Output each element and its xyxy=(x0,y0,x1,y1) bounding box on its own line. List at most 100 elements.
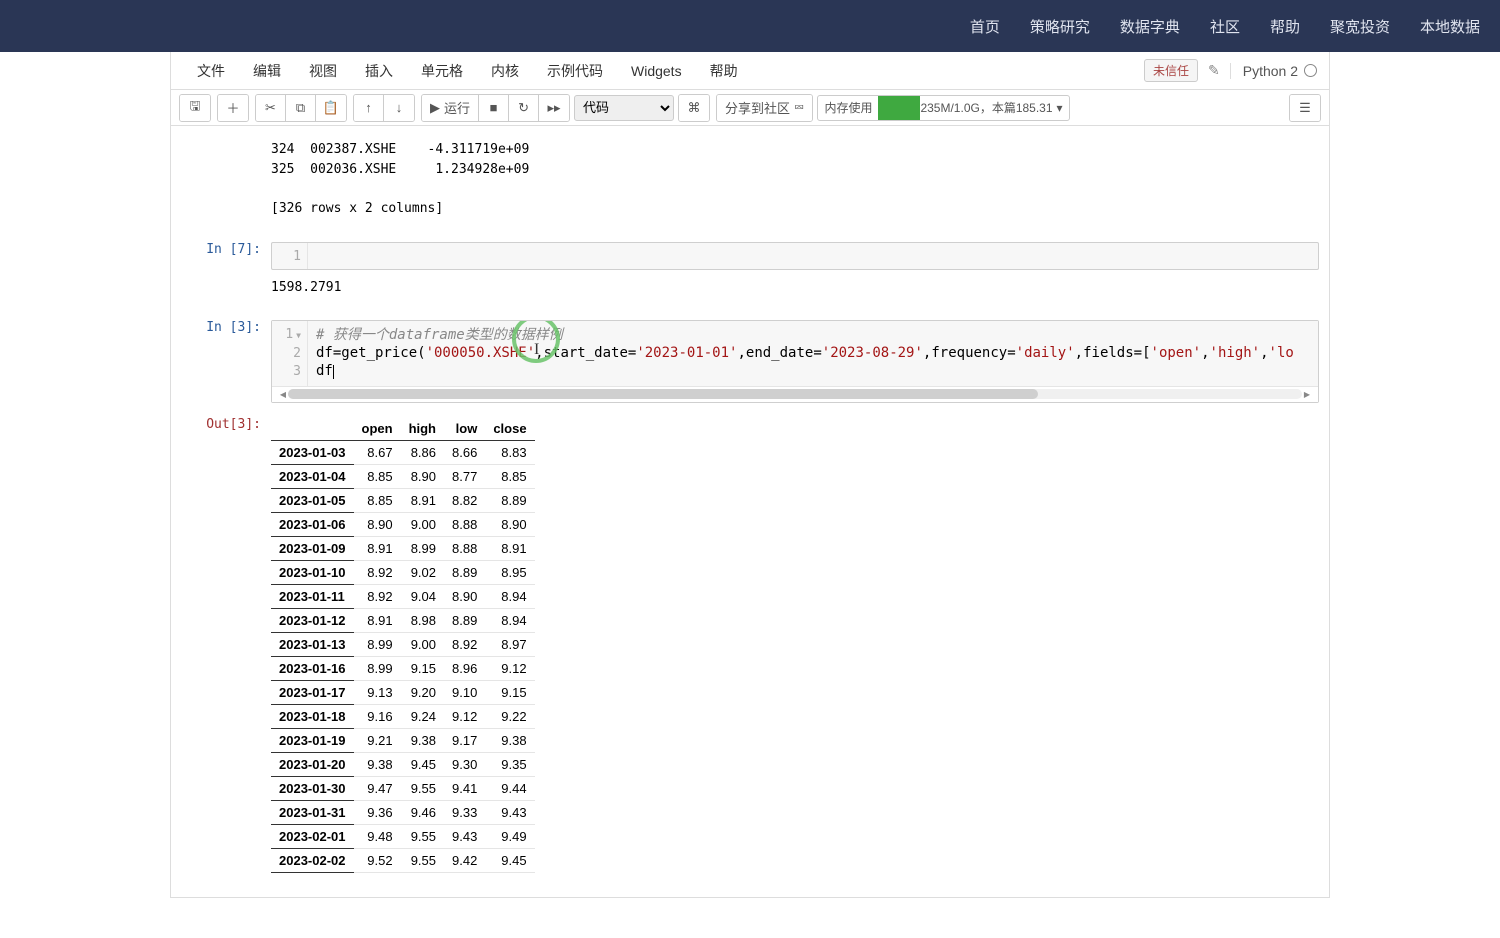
add-cell-button[interactable]: ＋ xyxy=(218,95,248,121)
run-button[interactable]: ▶运行 xyxy=(422,95,479,121)
text-caret xyxy=(333,365,334,379)
edit-icon[interactable]: ✎ xyxy=(1208,62,1220,79)
cell-value: 9.15 xyxy=(401,656,444,680)
menu-item[interactable]: 内核 xyxy=(477,63,533,79)
cell-value: 8.90 xyxy=(444,584,485,608)
code-lines[interactable]: I # 获得一个dataframe类型的数据样例 df=get_price('0… xyxy=(308,321,1318,386)
cell-value: 8.94 xyxy=(485,584,534,608)
nav-link[interactable]: 聚宽投资 xyxy=(1330,16,1390,37)
code-editor[interactable]: 1▼ 2 3 I # 获得一个dataframe类型的数据样例 df=get_p… xyxy=(271,320,1319,403)
cut-button[interactable]: ✂ xyxy=(256,95,286,121)
share-icon: ⮹ xyxy=(794,100,804,116)
cell-value: 9.42 xyxy=(444,848,485,872)
row-index: 2023-02-02 xyxy=(271,848,354,872)
table-row: 2023-01-038.678.868.668.83 xyxy=(271,440,535,464)
restart-button[interactable]: ↻ xyxy=(509,95,539,121)
menu-item[interactable]: 编辑 xyxy=(239,63,295,79)
row-index: 2023-01-18 xyxy=(271,704,354,728)
table-row: 2023-01-068.909.008.888.90 xyxy=(271,512,535,536)
menu-item[interactable]: 插入 xyxy=(351,63,407,79)
nav-link[interactable]: 数据字典 xyxy=(1120,16,1180,37)
row-index: 2023-02-01 xyxy=(271,824,354,848)
column-header: close xyxy=(485,417,534,441)
notebook-body: 324 002387.XSHE -4.311719e+09 325 002036… xyxy=(171,126,1329,897)
cell-value: 9.04 xyxy=(401,584,444,608)
input-prompt: In [3]: xyxy=(181,320,271,403)
horizontal-scrollbar[interactable]: ◀ ▶ xyxy=(272,386,1318,402)
cell-value: 9.24 xyxy=(401,704,444,728)
toolbar: 🖫 ＋ ✂ ⧉ 📋 ↑ ↓ ▶运行 ■ ↻ ▸▸ 代码 ⌘ 分享到社区 ⮹ 内 xyxy=(171,90,1329,126)
cell-value: 9.48 xyxy=(354,824,401,848)
output-cell: 324 002387.XSHE -4.311719e+09 325 002036… xyxy=(171,136,1329,222)
table-row: 2023-01-118.929.048.908.94 xyxy=(271,584,535,608)
table-row: 2023-01-199.219.389.179.38 xyxy=(271,728,535,752)
table-row: 2023-01-179.139.209.109.15 xyxy=(271,680,535,704)
nav-link[interactable]: 帮助 xyxy=(1270,16,1300,37)
row-index: 2023-01-12 xyxy=(271,608,354,632)
cell-value: 8.89 xyxy=(485,488,534,512)
output-cell: 1598.2791 xyxy=(171,274,1329,302)
column-header: open xyxy=(354,417,401,441)
cell-value: 9.38 xyxy=(354,752,401,776)
cell-type-select[interactable]: 代码 xyxy=(574,95,674,121)
cell-value: 8.97 xyxy=(485,632,534,656)
nav-link[interactable]: 首页 xyxy=(970,16,1000,37)
cell-value: 8.90 xyxy=(485,512,534,536)
code-cell: In [7]: 1 xyxy=(171,238,1329,274)
cell-value: 8.85 xyxy=(354,488,401,512)
menu-item[interactable]: Widgets xyxy=(617,63,696,79)
table-row: 2023-01-189.169.249.129.22 xyxy=(271,704,535,728)
move-up-button[interactable]: ↑ xyxy=(354,95,384,121)
menu-item[interactable]: 示例代码 xyxy=(533,63,617,79)
copy-button[interactable]: ⧉ xyxy=(286,95,316,121)
command-palette-button[interactable]: ⌘ xyxy=(679,95,709,121)
cell-value: 8.92 xyxy=(354,584,401,608)
input-prompt: In [7]: xyxy=(181,242,271,270)
table-row: 2023-01-108.929.028.898.95 xyxy=(271,560,535,584)
cell-value: 9.15 xyxy=(485,680,534,704)
cell-value: 9.35 xyxy=(485,752,534,776)
cell-value: 8.89 xyxy=(444,608,485,632)
menu-item[interactable]: 单元格 xyxy=(407,63,477,79)
scrollbar-thumb[interactable] xyxy=(288,389,1038,399)
code-cell-active: In [3]: 1▼ 2 3 I # 获得一个dataframe类型的数据样例 xyxy=(171,316,1329,407)
menu-item[interactable]: 帮助 xyxy=(696,63,752,79)
cell-value: 9.43 xyxy=(485,800,534,824)
cell-value: 9.49 xyxy=(485,824,534,848)
menu-item[interactable]: 文件 xyxy=(183,63,239,79)
table-row: 2023-02-019.489.559.439.49 xyxy=(271,824,535,848)
row-index: 2023-01-06 xyxy=(271,512,354,536)
dropdown-caret-icon: ▾ xyxy=(1057,101,1063,115)
share-button[interactable]: 分享到社区 ⮹ xyxy=(717,95,812,121)
gutter: 1▼ 2 3 xyxy=(272,321,308,386)
trust-badge[interactable]: 未信任 xyxy=(1144,59,1198,82)
cell-value: 9.13 xyxy=(354,680,401,704)
cell-value: 8.88 xyxy=(444,512,485,536)
nav-link[interactable]: 社区 xyxy=(1210,16,1240,37)
code-editor[interactable]: 1 xyxy=(271,242,1319,270)
paste-button[interactable]: 📋 xyxy=(316,95,346,121)
notebook-container: 文件编辑视图插入单元格内核示例代码Widgets帮助 未信任 ✎ Python … xyxy=(170,52,1330,898)
table-row: 2023-01-138.999.008.928.97 xyxy=(271,632,535,656)
kernel-indicator[interactable]: Python 2 xyxy=(1230,63,1317,79)
menu-item[interactable]: 视图 xyxy=(295,63,351,79)
row-index: 2023-01-31 xyxy=(271,800,354,824)
stop-button[interactable]: ■ xyxy=(479,95,509,121)
list-button[interactable]: ☰ xyxy=(1290,95,1320,121)
nav-link[interactable]: 本地数据 xyxy=(1420,16,1480,37)
move-down-button[interactable]: ↓ xyxy=(384,95,414,121)
kernel-status-icon xyxy=(1304,64,1317,77)
nav-link[interactable]: 策略研究 xyxy=(1030,16,1090,37)
fast-forward-button[interactable]: ▸▸ xyxy=(539,95,569,121)
cell-value: 9.45 xyxy=(401,752,444,776)
save-button[interactable]: 🖫 xyxy=(180,95,210,121)
cell-value: 9.12 xyxy=(444,704,485,728)
output-prompt xyxy=(181,278,271,298)
cell-value: 9.38 xyxy=(401,728,444,752)
scroll-left-icon[interactable]: ◀ xyxy=(278,390,288,399)
memory-indicator[interactable]: 内存使用 235M/1.0G，本篇185.31 ▾ xyxy=(817,95,1069,121)
scroll-right-icon[interactable]: ▶ xyxy=(1302,390,1312,399)
cell-value: 9.38 xyxy=(485,728,534,752)
cell-value: 8.94 xyxy=(485,608,534,632)
cell-value: 9.22 xyxy=(485,704,534,728)
